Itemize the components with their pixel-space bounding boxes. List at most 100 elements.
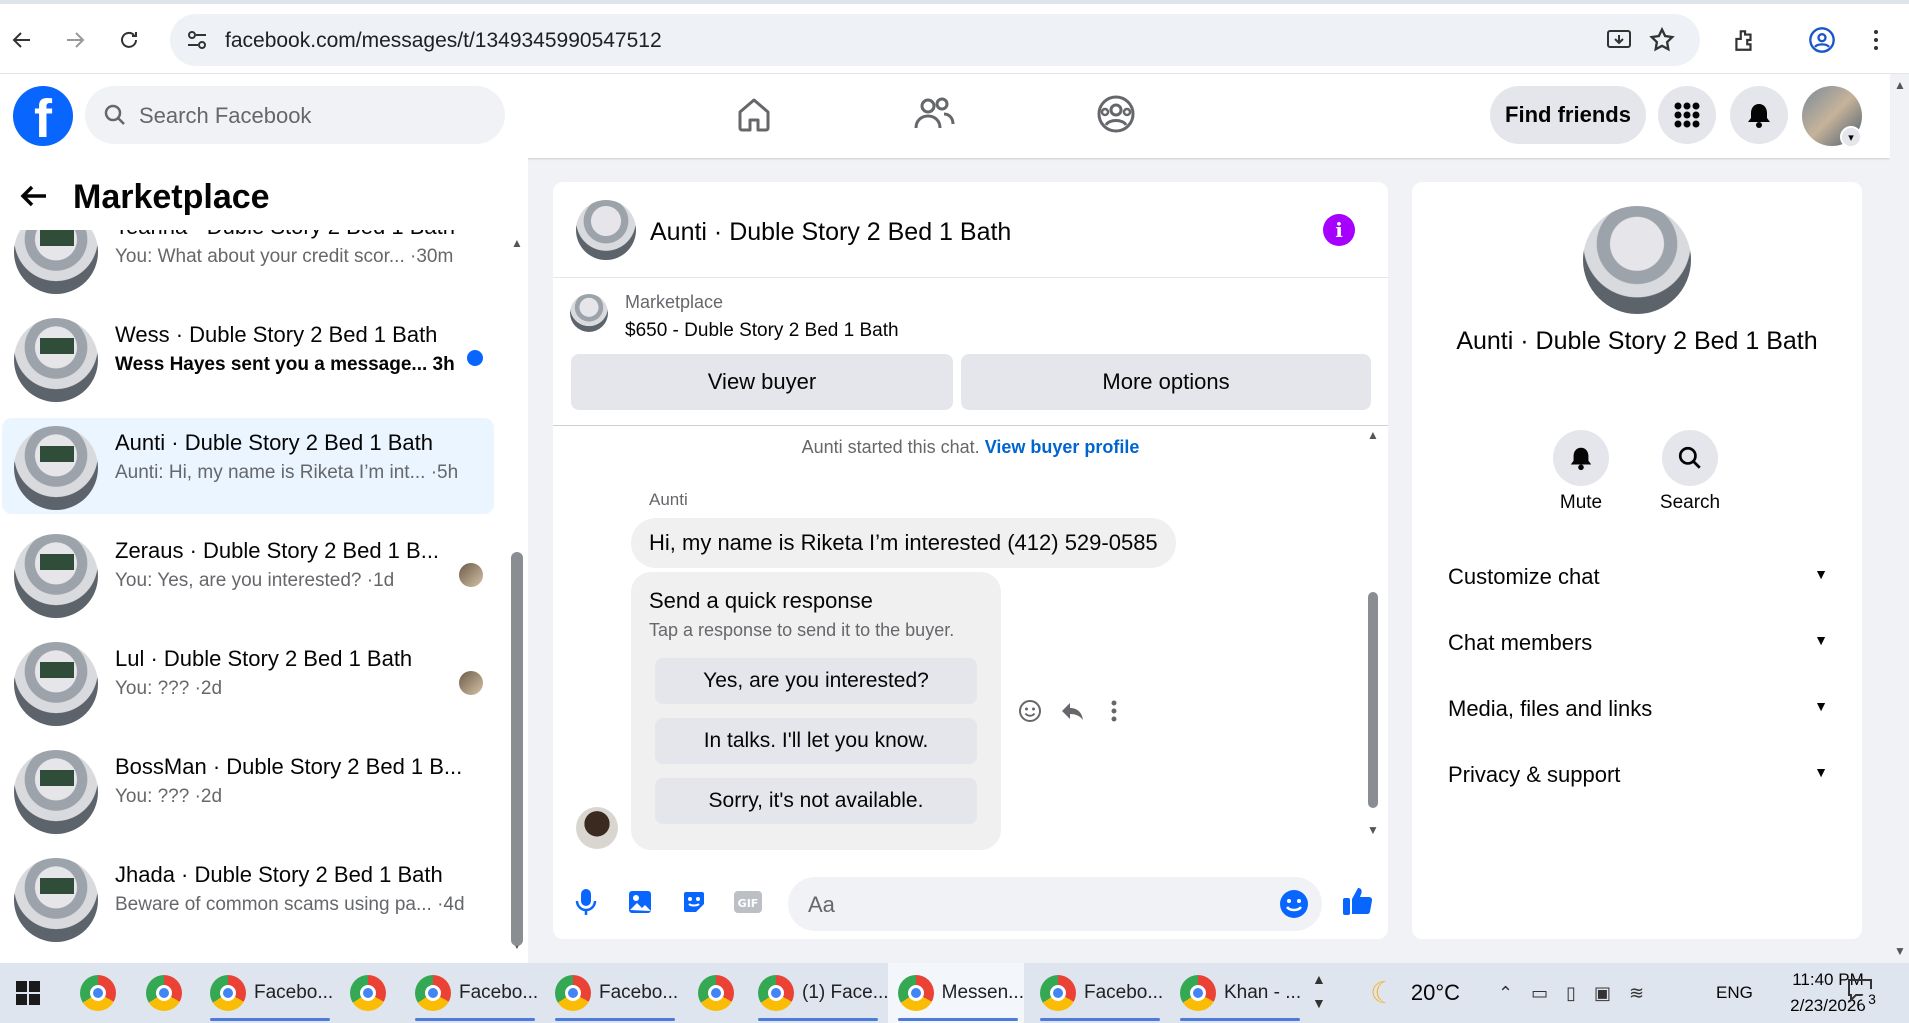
chrome-icon[interactable] bbox=[70, 963, 126, 1023]
sidebar-scroll-thumb[interactable] bbox=[511, 552, 523, 946]
notifications-bell-icon[interactable] bbox=[1730, 86, 1788, 144]
gif-icon[interactable]: GIF bbox=[731, 885, 765, 919]
back-icon[interactable] bbox=[4, 22, 40, 58]
taskbar-item[interactable]: (1) Face... bbox=[748, 963, 889, 1023]
unread-dot-icon bbox=[467, 350, 483, 366]
scroll-up-icon[interactable]: ▲ bbox=[1894, 78, 1906, 92]
friends-icon[interactable] bbox=[912, 92, 962, 142]
language-indicator[interactable]: ENG bbox=[1716, 963, 1753, 1023]
battery-icon[interactable]: ▭ bbox=[1531, 983, 1548, 1004]
address-bar[interactable]: facebook.com/messages/t/1349345990547512 bbox=[170, 14, 1700, 66]
emoji-icon[interactable] bbox=[1278, 888, 1310, 925]
windows-start-icon[interactable] bbox=[0, 963, 56, 1023]
scroll-up-icon[interactable]: ▲ bbox=[1367, 428, 1379, 442]
section-label: Customize chat bbox=[1448, 564, 1600, 589]
tray-icons[interactable]: ⌃ ▭ ▯ ▣ ≋ bbox=[1498, 963, 1644, 1023]
conversation-item[interactable]: Zeraus · Duble Story 2 Bed 1 B... You: Y… bbox=[2, 526, 494, 622]
quick-response-button[interactable]: Yes, are you interested? bbox=[655, 658, 977, 704]
privacy-support-section[interactable]: Privacy & support ▼ bbox=[1436, 750, 1836, 800]
mute-bell-icon[interactable] bbox=[1553, 430, 1609, 486]
microphone-icon[interactable] bbox=[569, 885, 603, 919]
home-icon[interactable] bbox=[732, 92, 782, 142]
chevron-up-icon[interactable]: ⌃ bbox=[1498, 983, 1513, 1004]
conversation-item-active[interactable]: Aunti · Duble Story 2 Bed 1 Bath Aunti: … bbox=[2, 418, 494, 514]
page-scrollbar[interactable]: ▲ ▼ bbox=[1890, 74, 1909, 963]
customize-chat-section[interactable]: Customize chat ▼ bbox=[1436, 552, 1836, 602]
quick-response-button[interactable]: Sorry, it's not available. bbox=[655, 778, 977, 824]
conversation-item[interactable]: Lul · Duble Story 2 Bed 1 Bath You: ??? … bbox=[2, 634, 494, 730]
info-icon[interactable]: i bbox=[1323, 214, 1355, 246]
message-bubble[interactable]: Hi, my name is Riketa I’m interested (41… bbox=[631, 518, 1176, 568]
notification-center-icon[interactable]: 3 bbox=[1846, 977, 1886, 1009]
device-icon[interactable]: ▯ bbox=[1566, 983, 1576, 1004]
display-icon[interactable]: ▣ bbox=[1594, 983, 1611, 1004]
site-info-icon[interactable] bbox=[184, 27, 210, 58]
chat-avatar[interactable] bbox=[576, 200, 636, 260]
view-buyer-button[interactable]: View buyer bbox=[571, 354, 953, 410]
taskbar-label: Facebo... bbox=[1084, 982, 1164, 1003]
facebook-logo-icon[interactable]: f bbox=[13, 86, 73, 146]
install-icon[interactable] bbox=[1605, 26, 1633, 59]
taskbar-item[interactable]: Facebo... bbox=[405, 963, 538, 1023]
groups-icon[interactable] bbox=[1094, 92, 1144, 142]
taskbar-item[interactable]: Facebo... bbox=[200, 963, 333, 1023]
quick-response-button[interactable]: In talks. I'll let you know. bbox=[655, 718, 977, 764]
chat-info-avatar[interactable] bbox=[1583, 206, 1691, 314]
taskbar-overflow-chevron-icon[interactable]: ▲ ▼ bbox=[1312, 967, 1326, 1015]
scroll-up-icon[interactable]: ▲ bbox=[511, 236, 523, 250]
mute-label: Mute bbox=[1559, 492, 1603, 513]
taskbar-item-active[interactable]: Messen... bbox=[888, 963, 1024, 1023]
conversation-item[interactable]: BossMan · Duble Story 2 Bed 1 B... You: … bbox=[2, 742, 494, 838]
react-emoji-icon[interactable] bbox=[1015, 696, 1045, 726]
wifi-icon[interactable]: ≋ bbox=[1629, 983, 1644, 1004]
forward-icon[interactable] bbox=[57, 22, 93, 58]
reload-icon[interactable] bbox=[111, 22, 147, 58]
taskbar-item[interactable]: Facebo... bbox=[545, 963, 678, 1023]
weather-widget[interactable]: ☾ 20°C bbox=[1370, 963, 1460, 1023]
taskbar-label: Facebo... bbox=[459, 982, 539, 1003]
extensions-icon[interactable] bbox=[1726, 22, 1762, 58]
chrome-icon bbox=[898, 975, 934, 1011]
search-icon[interactable] bbox=[1662, 430, 1718, 486]
listing-price-title[interactable]: $650 - Duble Story 2 Bed 1 Bath bbox=[625, 320, 899, 342]
more-options-button[interactable]: More options bbox=[961, 354, 1371, 410]
menu-grid-icon[interactable] bbox=[1658, 86, 1716, 144]
conversation-item[interactable]: Teanna · Duble Story 2 Bed 1 Bath You: W… bbox=[2, 230, 494, 298]
chat-members-section[interactable]: Chat members ▼ bbox=[1436, 618, 1836, 668]
chrome-icon bbox=[1040, 975, 1076, 1011]
taskbar-item[interactable]: Facebo... bbox=[1030, 963, 1163, 1023]
media-files-links-section[interactable]: Media, files and links ▼ bbox=[1436, 684, 1836, 734]
conversation-item[interactable]: Wess · Duble Story 2 Bed 1 Bath Wess Hay… bbox=[2, 310, 494, 406]
sticker-icon[interactable] bbox=[677, 885, 711, 919]
taskbar-label: Messen... bbox=[941, 982, 1024, 1003]
chevron-down-icon: ▼ bbox=[1814, 566, 1828, 582]
photo-icon[interactable] bbox=[623, 885, 657, 919]
chat-title[interactable]: Aunti · Duble Story 2 Bed 1 Bath bbox=[650, 218, 1011, 247]
search-input[interactable]: Search Facebook bbox=[85, 86, 505, 144]
view-buyer-profile-link[interactable]: View buyer profile bbox=[985, 437, 1140, 457]
back-arrow-icon[interactable] bbox=[18, 180, 50, 220]
profile-icon[interactable] bbox=[1804, 22, 1840, 58]
find-friends-button[interactable]: Find friends bbox=[1490, 86, 1646, 144]
message-input[interactable]: Aa bbox=[788, 877, 1322, 931]
seen-avatar bbox=[459, 563, 483, 587]
chrome-icon[interactable] bbox=[688, 963, 744, 1023]
taskbar-item[interactable]: Khan - ... bbox=[1170, 963, 1301, 1023]
menu-icon[interactable] bbox=[1858, 22, 1894, 58]
more-actions-icon[interactable] bbox=[1099, 696, 1129, 726]
conversation-item[interactable]: Jhada · Duble Story 2 Bed 1 Bath Beware … bbox=[2, 850, 494, 946]
marketplace-label: Marketplace bbox=[625, 292, 724, 312]
taskbar-label: (1) Face... bbox=[802, 982, 889, 1003]
scroll-down-icon[interactable]: ▼ bbox=[1367, 823, 1379, 837]
sender-avatar[interactable] bbox=[576, 807, 618, 849]
reply-icon[interactable] bbox=[1057, 696, 1087, 726]
chrome-icon[interactable] bbox=[136, 963, 192, 1023]
conversation-title: Zeraus · Duble Story 2 Bed 1 B... bbox=[115, 538, 440, 563]
url-text[interactable]: facebook.com/messages/t/1349345990547512 bbox=[225, 29, 662, 53]
chat-scroll-thumb[interactable] bbox=[1368, 592, 1378, 808]
scroll-down-icon[interactable]: ▼ bbox=[1894, 944, 1906, 958]
chevron-down-icon[interactable]: ▾ bbox=[1840, 126, 1862, 148]
thumbs-up-icon[interactable] bbox=[1338, 881, 1378, 921]
star-icon[interactable] bbox=[1648, 26, 1676, 59]
chrome-icon[interactable] bbox=[340, 963, 396, 1023]
